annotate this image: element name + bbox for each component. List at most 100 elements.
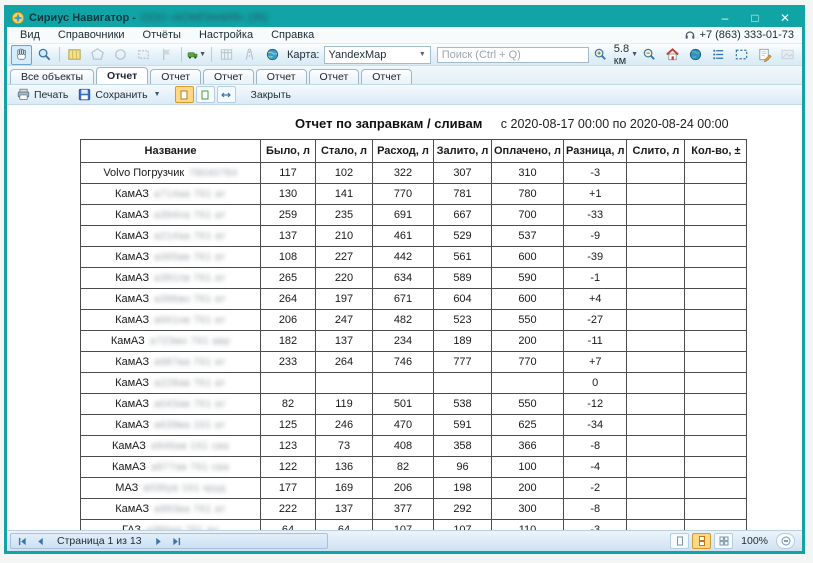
view-single-page-button[interactable] <box>175 86 194 103</box>
zoom-in-button[interactable] <box>590 45 611 65</box>
table-header-row: НазваниеБыло, лСтало, лРасход, лЗалито, … <box>81 140 747 163</box>
table-cell: 770 <box>492 352 564 373</box>
close-icon: ✕ <box>780 12 790 24</box>
prev-page-icon <box>36 537 45 546</box>
table-cell: 600 <box>492 247 564 268</box>
vehicle-plate-masked: а639ва 161 ат <box>154 420 226 431</box>
map-edit-button[interactable] <box>64 45 85 65</box>
table-cell: 550 <box>492 310 564 331</box>
tab-0[interactable]: Все объекты <box>10 69 94 84</box>
tab-1[interactable]: Отчет <box>96 67 148 84</box>
table-cell: -4 <box>564 457 627 478</box>
table-cell: 292 <box>434 499 492 520</box>
toolbar-separator <box>181 47 182 62</box>
status-view-multipage-button[interactable] <box>714 533 733 549</box>
table-cell <box>685 226 747 247</box>
area-selection-button[interactable] <box>731 45 752 65</box>
circle-tool-button[interactable] <box>110 45 131 65</box>
map-select[interactable]: YandexMap ▼ <box>324 46 431 64</box>
print-button[interactable]: Печать <box>12 86 73 103</box>
vehicle-name: КамАЗ <box>115 209 149 221</box>
minimize-button[interactable]: – <box>710 9 740 26</box>
close-button[interactable]: ✕ <box>770 9 800 26</box>
zoom-in-icon <box>593 47 608 62</box>
table-cell: 538 <box>434 394 492 415</box>
table-cell: 523 <box>434 310 492 331</box>
tab-4[interactable]: Отчет <box>256 69 307 84</box>
selection-icon <box>734 47 749 62</box>
table-cell: 529 <box>434 226 492 247</box>
view-fit-page-button[interactable] <box>196 86 215 103</box>
vehicle-name-cell: КамАЗа214аа 761 ат <box>81 226 261 247</box>
title-bar: Сириус Навигатор - ООО «КОМПАНИЯ» (35) –… <box>7 8 802 27</box>
menu-item-1[interactable]: Справочники <box>49 28 134 42</box>
flag-icon <box>159 47 174 62</box>
pan-tool-button[interactable] <box>11 45 32 65</box>
tab-3[interactable]: Отчет <box>203 69 254 84</box>
next-page-button[interactable] <box>151 535 167 548</box>
globe-sync-button[interactable] <box>262 45 283 65</box>
tab-5[interactable]: Отчет <box>309 69 360 84</box>
table-cell: 206 <box>373 478 434 499</box>
route-button[interactable] <box>239 45 260 65</box>
save-button[interactable]: Сохранить ▼ <box>73 86 165 103</box>
table-cell <box>261 373 316 394</box>
table-cell <box>685 205 747 226</box>
vehicle-menu-button[interactable]: ▼ <box>186 45 207 65</box>
status-view-continuous-button[interactable] <box>692 533 711 549</box>
zoom-tool-button[interactable] <box>34 45 55 65</box>
table-cell: 136 <box>316 457 373 478</box>
menu-item-2[interactable]: Отчёты <box>134 28 190 42</box>
vehicle-name-cell: КамАЗа391пв 761 ат <box>81 268 261 289</box>
zoom-out-button[interactable] <box>639 45 660 65</box>
globe-button[interactable] <box>685 45 706 65</box>
column-header-1: Было, л <box>261 140 316 163</box>
tab-2[interactable]: Отчет <box>150 69 201 84</box>
support-phone-number: +7 (863) 333-01-73 <box>700 29 794 41</box>
object-list-button[interactable] <box>708 45 729 65</box>
table-cell: 264 <box>261 289 316 310</box>
last-page-button[interactable] <box>169 535 185 548</box>
flag-tool-button[interactable] <box>156 45 177 65</box>
tab-6[interactable]: Отчет <box>361 69 412 84</box>
column-header-8: Кол-во, ± <box>685 140 747 163</box>
first-page-button[interactable] <box>14 535 30 548</box>
status-view-single-button[interactable] <box>670 533 689 549</box>
page-indicator: Страница 1 из 13 <box>57 535 142 547</box>
grid-view-button[interactable] <box>216 45 237 65</box>
rect-select-tool-button[interactable] <box>133 45 154 65</box>
notes-button[interactable] <box>754 45 775 65</box>
table-cell: 591 <box>434 415 492 436</box>
table-cell: 442 <box>373 247 434 268</box>
vehicle-plate-masked: а394па 761 ат <box>154 210 226 221</box>
menu-item-0[interactable]: Вид <box>11 28 49 42</box>
column-header-6: Разница, л <box>564 140 627 163</box>
table-cell <box>685 415 747 436</box>
vehicle-name-cell: КамАЗа043ав 761 ат <box>81 394 261 415</box>
single-page-icon <box>179 90 189 100</box>
table-cell: +7 <box>564 352 627 373</box>
search-input[interactable] <box>437 47 589 63</box>
close-report-button[interactable]: Закрыть <box>251 89 291 101</box>
table-cell: 198 <box>434 478 492 499</box>
menu-item-3[interactable]: Настройка <box>190 28 262 42</box>
table-cell: 125 <box>261 415 316 436</box>
menu-items: ВидСправочникиОтчётыНастройкаСправка <box>11 28 323 42</box>
polygon-tool-button[interactable] <box>87 45 108 65</box>
single-page-icon <box>675 536 685 546</box>
view-fit-width-button[interactable] <box>217 86 236 103</box>
maximize-button[interactable]: □ <box>740 9 770 26</box>
route-icon <box>242 47 257 62</box>
table-cell: 197 <box>316 289 373 310</box>
globe-icon <box>688 47 703 62</box>
column-header-3: Расход, л <box>373 140 434 163</box>
table-cell <box>685 163 747 184</box>
menu-item-4[interactable]: Справка <box>262 28 323 42</box>
table-cell: 137 <box>316 499 373 520</box>
table-cell: 177 <box>261 478 316 499</box>
table-row: КамАЗа043ав 761 ат82119501538550-12 <box>81 394 747 415</box>
image-button[interactable] <box>777 45 798 65</box>
prev-page-button[interactable] <box>32 535 48 548</box>
zoom-minus-button[interactable] <box>776 533 795 549</box>
home-button[interactable] <box>662 45 683 65</box>
